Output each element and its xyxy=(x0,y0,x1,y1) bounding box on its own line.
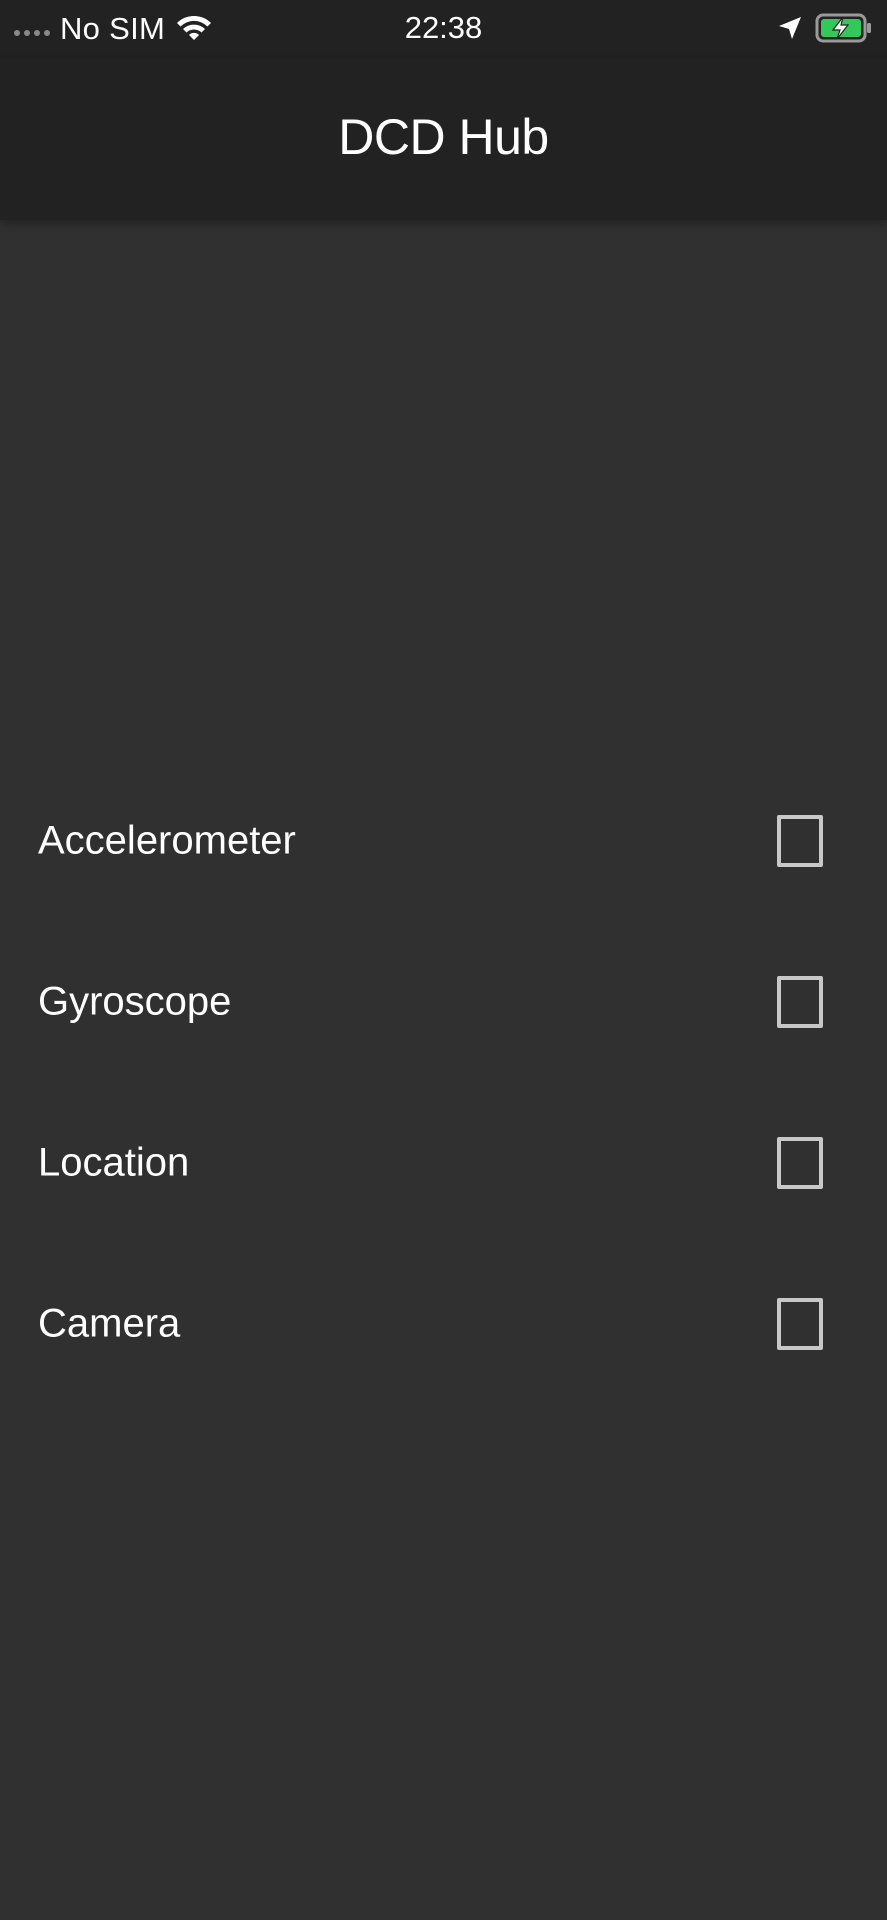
battery-charging-icon xyxy=(815,13,871,43)
page-title: DCD Hub xyxy=(338,109,549,165)
sensor-row-accelerometer[interactable]: Accelerometer xyxy=(0,760,887,921)
sensor-label: Location xyxy=(38,1140,190,1184)
sensor-row-location[interactable]: Location xyxy=(0,1082,887,1243)
gyroscope-checkbox[interactable] xyxy=(777,975,823,1028)
sensor-label: Camera xyxy=(38,1301,181,1345)
navigation-bar: DCD Hub xyxy=(0,58,887,220)
sensor-list: Accelerometer Gyroscope Location Camera xyxy=(0,760,887,1404)
sensor-row-gyroscope[interactable]: Gyroscope xyxy=(0,921,887,1082)
camera-checkbox[interactable] xyxy=(777,1297,823,1350)
sensor-row-camera[interactable]: Camera xyxy=(0,1243,887,1404)
location-checkbox[interactable] xyxy=(777,1136,823,1189)
accelerometer-checkbox[interactable] xyxy=(777,814,823,867)
location-arrow-icon xyxy=(779,17,801,39)
status-time: 22:38 xyxy=(404,10,483,45)
status-right xyxy=(777,12,873,44)
sensor-label: Gyroscope xyxy=(38,979,232,1023)
status-bar: No SIM 22:38 xyxy=(0,0,887,58)
sensor-label: Accelerometer xyxy=(38,818,296,862)
